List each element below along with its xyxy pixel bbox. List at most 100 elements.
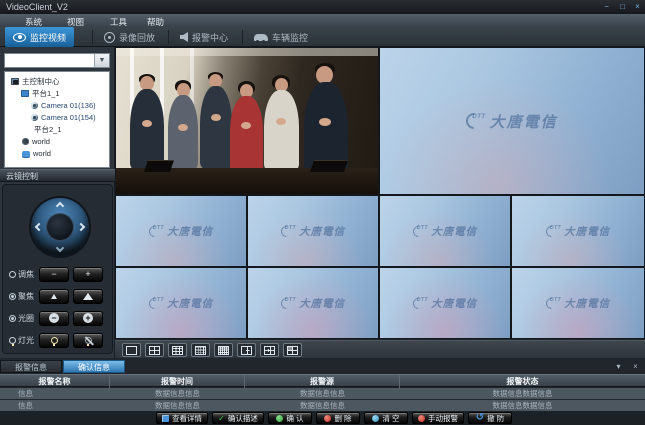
joystick-hub[interactable] [47,214,73,240]
disarm-button[interactable]: ↺ 撤 防 [468,412,512,424]
arrow-up-icon[interactable] [56,202,64,210]
layout-1-5-button[interactable] [237,343,256,357]
tab-alarm-center[interactable]: 报警中心 [172,27,236,47]
video-tile[interactable]: DTT大唐電信 [512,268,644,338]
collapse-panel-icon[interactable]: ▾ [612,361,625,372]
tab-vehicle-monitor[interactable]: 车辆监控 [246,27,316,47]
tab-monitor-video[interactable]: 监控视频 [5,27,74,47]
tree-item-camera-136[interactable]: Camera 01(136) [31,100,96,111]
video-tile-live[interactable] [116,48,378,194]
video-tile[interactable]: DTT大唐電信 [380,196,510,266]
tree-item-label: 平台1_1 [32,88,60,99]
cell-alarm-source: 数据信息信息 [245,400,400,411]
video-tile[interactable]: DTT大唐電信 [116,196,246,266]
close-panel-icon[interactable]: × [629,361,642,372]
minimize-button[interactable]: − [600,2,613,12]
layout-1-button[interactable] [122,343,141,357]
iris-close-button[interactable]: − [39,311,69,326]
focus-near-button[interactable] [39,289,69,304]
tree-item-control-center[interactable]: 主控制中心 [11,76,60,87]
close-button[interactable]: × [631,2,644,12]
arrow-right-icon[interactable] [77,223,85,231]
car-icon [254,34,268,41]
tree-item-label: world [32,137,50,146]
layout-button-bar [115,340,645,358]
video-client-window: VideoClient_V2 − □ × 系统 视图 工具 帮助 监控视频 录像… [0,0,645,425]
view-details-button[interactable]: 查看详情 [156,412,208,424]
ptz-row-label: 光圈 [18,313,34,324]
tree-item-world-1[interactable]: world [22,136,50,147]
clear-button[interactable]: 清 空 [364,412,408,424]
tab-alarm-info[interactable]: 报警信息 [0,360,62,373]
datang-watermark: DTT 大唐電信 [380,48,644,194]
layout-25-icon [218,346,229,355]
delete-button[interactable]: 删 除 [316,412,360,424]
confirm-description-button[interactable]: ✓ 确认描述 [212,412,264,424]
tab-separator [242,30,243,44]
video-tile[interactable]: DTT大唐電信 [380,268,510,338]
video-tile[interactable]: DTT大唐電信 [248,196,378,266]
chevron-down-icon[interactable]: ▼ [94,54,109,67]
layout-16-button[interactable] [191,343,210,357]
ptz-row-label: 聚焦 [18,291,34,302]
tree-item-label: Camera 01(154) [41,113,96,122]
confirm-button[interactable]: 确 认 [268,412,312,424]
focus-far-button[interactable] [73,289,103,304]
layout-1-7-button[interactable] [260,343,279,357]
clear-icon [372,415,379,422]
maximize-button[interactable]: □ [616,2,629,12]
zoom-out-button[interactable]: − [39,267,69,282]
details-icon [162,415,169,422]
table-row[interactable]: 信息 数据信息信息 数据信息信息 数据信息数据信息 [0,400,645,411]
manual-alarm-icon [418,415,425,422]
cell-alarm-status: 数据信息数据信息 [400,400,645,411]
light-on-button[interactable] [39,333,69,348]
brand-text: 大唐電信 [167,296,213,311]
button-label: 清 空 [382,413,399,424]
ptz-panel: 调焦 − + 聚焦 光圈 − + 灯光 [2,184,113,354]
layout-6-button[interactable] [283,343,302,357]
platform-icon [21,90,29,97]
tab-label: 监控视频 [30,31,66,44]
check-icon: ✓ [218,415,225,422]
datang-watermark: DTT大唐電信 [512,268,644,338]
menu-bar: 系统 视图 工具 帮助 [0,14,645,27]
ptz-joystick[interactable] [31,198,89,256]
brand-text: 大唐電信 [299,224,345,239]
zoom-in-button[interactable]: + [73,267,103,282]
mountain-icon [83,293,93,300]
mountain-small-icon [51,294,57,299]
layout-16-icon [195,346,206,355]
video-tile[interactable]: DTT大唐電信 [512,196,644,266]
cell-alarm-name: 信息 [0,388,110,399]
device-select-combo[interactable]: ▼ [4,53,110,68]
arrow-left-icon[interactable] [35,223,43,231]
ptz-row-iris: 光圈 − + [9,309,111,327]
tree-item-label: world [33,149,51,158]
tree-item-world-2[interactable]: world [22,148,51,159]
arrow-down-icon[interactable] [56,244,64,252]
layout-4-button[interactable] [145,343,164,357]
datang-watermark: DTT大唐電信 [116,268,246,338]
tree-item-platform2[interactable]: 平台2_1 [34,124,62,135]
tree-item-camera-154[interactable]: Camera 01(154) [31,112,96,123]
button-label: 确认描述 [228,413,258,424]
device-tree: 主控制中心 平台1_1 Camera 01(136) Camera 01(154… [4,71,110,168]
ptz-row-label: 调焦 [18,269,34,280]
video-tile[interactable]: DTT 大唐電信 [380,48,644,194]
video-tile[interactable]: DTT大唐電信 [248,268,378,338]
window-title: VideoClient_V2 [6,2,68,12]
layout-1-7-icon [264,346,275,355]
cell-alarm-time: 数据信息信息 [110,388,245,399]
layout-25-button[interactable] [214,343,233,357]
tree-item-platform1[interactable]: 平台1_1 [21,88,60,99]
layout-9-button[interactable] [168,343,187,357]
light-off-button[interactable] [73,333,103,348]
tab-playback[interactable]: 录像回放 [96,27,163,47]
table-row[interactable]: 信息 数据信息信息 数据信息信息 数据信息数据信息 [0,388,645,399]
datang-watermark: DTT大唐電信 [248,268,378,338]
video-tile[interactable]: DTT大唐電信 [116,268,246,338]
iris-open-button[interactable]: + [73,311,103,326]
manual-alarm-button[interactable]: 手动报警 [412,412,464,424]
tab-confirm-info[interactable]: 确认信息 [63,360,125,373]
